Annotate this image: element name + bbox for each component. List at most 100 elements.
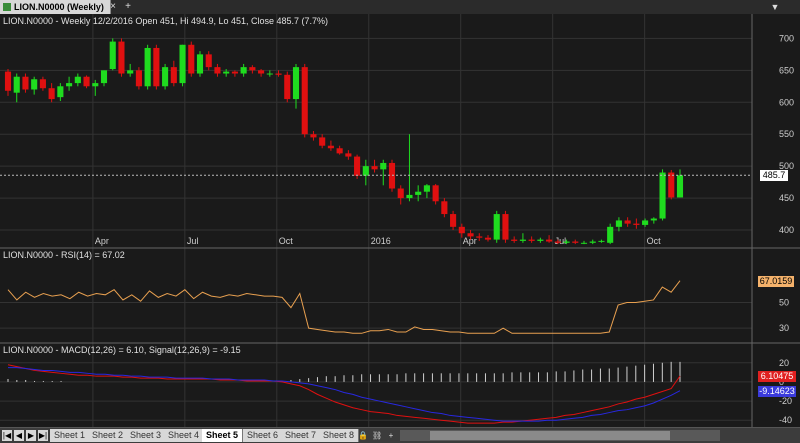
candle <box>450 214 457 227</box>
candle <box>310 134 317 138</box>
horizontal-scrollbar[interactable] <box>400 430 720 441</box>
price-tick-label: 450 <box>779 193 794 203</box>
x-tick-label: Oct <box>279 236 294 246</box>
next-sheet-button[interactable]: ▶ <box>26 430 36 441</box>
candle <box>83 76 90 87</box>
chart-area[interactable]: Apr Jul Oct 2016 Apr Jul Oct400450500550600650… <box>0 14 800 427</box>
sheet-tab-7[interactable]: Sheet 7 <box>281 429 322 442</box>
chart-doc-icon <box>3 3 11 11</box>
macd-tick-label: 20 <box>779 358 789 368</box>
sheet-tab-8[interactable]: Sheet 8 <box>319 429 360 442</box>
tab-bar: LION.N0000 (Weekly) × + ▼ <box>0 0 800 15</box>
x-tick-label: Apr <box>95 236 109 246</box>
candle <box>406 194 413 199</box>
candle <box>441 201 448 215</box>
first-sheet-button[interactable]: |◀ <box>2 430 12 441</box>
candle <box>301 67 308 135</box>
lock-icon[interactable]: 🔒 <box>358 430 368 441</box>
price-tick-label: 550 <box>779 129 794 139</box>
candle <box>240 67 247 74</box>
rsi-tick-label: 30 <box>779 323 789 333</box>
candle <box>223 71 230 74</box>
price-tick-label: 400 <box>779 225 794 235</box>
candle <box>563 241 570 243</box>
candle <box>57 86 64 98</box>
chart-tab-title: LION.N0000 (Weekly) <box>14 2 104 12</box>
sheet-tab-1[interactable]: Sheet 1 <box>50 429 91 442</box>
candle <box>336 148 343 154</box>
sheet-tab-3[interactable]: Sheet 3 <box>126 429 167 442</box>
prev-sheet-button[interactable]: ◀ <box>14 430 24 441</box>
candle <box>633 223 640 225</box>
candle <box>572 241 579 243</box>
candle <box>598 240 605 242</box>
sheet-tab-5[interactable]: Sheet 5 <box>202 429 244 442</box>
macd-tick-label: -20 <box>779 396 792 406</box>
price-tick-label: 600 <box>779 97 794 107</box>
candle <box>537 239 544 241</box>
candle <box>231 71 238 74</box>
candle <box>354 156 361 176</box>
candle <box>188 44 195 74</box>
add-icon[interactable]: + <box>386 430 396 441</box>
candle <box>74 76 81 84</box>
candle <box>432 185 439 202</box>
macd-value-box: 6.10475 <box>758 371 796 383</box>
candle <box>266 73 273 75</box>
candle <box>580 242 588 244</box>
scrollbar-thumb[interactable] <box>430 431 670 440</box>
candle <box>484 237 492 240</box>
candle <box>493 214 500 240</box>
candle <box>511 239 518 241</box>
signal-value-box: -9.14623 <box>758 385 796 397</box>
candle <box>554 241 561 243</box>
candle <box>258 70 265 74</box>
last-price-box: 485.7 <box>760 170 788 182</box>
candle <box>214 67 221 74</box>
candle <box>371 166 378 170</box>
candle <box>589 241 596 243</box>
sheet-tab-6[interactable]: Sheet 6 <box>243 429 284 442</box>
candle <box>249 67 256 71</box>
link-icon[interactable]: ⛓ <box>372 430 382 441</box>
candle <box>39 79 46 89</box>
price-tick-label: 700 <box>779 33 794 43</box>
candle <box>13 76 20 93</box>
close-icon[interactable]: × <box>107 1 119 13</box>
candle <box>467 233 474 237</box>
candle <box>659 172 666 219</box>
last-sheet-button[interactable]: ▶| <box>38 430 48 441</box>
rsi-tick-label: 50 <box>779 298 789 308</box>
chevron-down-icon[interactable]: ▼ <box>768 1 782 13</box>
candle <box>292 67 300 100</box>
candle <box>607 226 614 243</box>
candle <box>502 214 509 240</box>
sheet-tab-2[interactable]: Sheet 2 <box>88 429 129 442</box>
price-tick-label: 650 <box>779 65 794 75</box>
candle <box>22 76 29 90</box>
candle <box>327 145 334 149</box>
candle <box>476 236 483 238</box>
candle <box>676 175 684 198</box>
candle <box>397 188 404 199</box>
chart-tab[interactable]: LION.N0000 (Weekly) <box>0 0 111 14</box>
candle <box>528 239 535 241</box>
candle <box>127 70 134 74</box>
x-tick-label: Jul <box>555 236 567 246</box>
sheet-tab-4[interactable]: Sheet 4 <box>164 429 205 442</box>
candle <box>423 185 430 192</box>
candle <box>170 67 177 84</box>
macd-label: LION.N0000 - MACD(12,26) = 6.10, Signal(… <box>3 345 241 355</box>
add-tab-icon[interactable]: + <box>122 1 134 13</box>
sheet-bar: |◀ ◀ ▶ ▶| Sheet 1 Sheet 2 Sheet 3 Sheet … <box>0 427 800 443</box>
candle <box>284 74 291 100</box>
candle <box>275 73 282 75</box>
candle <box>624 220 631 224</box>
candle <box>153 47 160 87</box>
candle <box>458 226 465 234</box>
candle <box>196 54 204 74</box>
candle <box>100 70 108 84</box>
candle <box>4 71 12 91</box>
candle <box>135 70 142 87</box>
candle <box>380 162 387 170</box>
